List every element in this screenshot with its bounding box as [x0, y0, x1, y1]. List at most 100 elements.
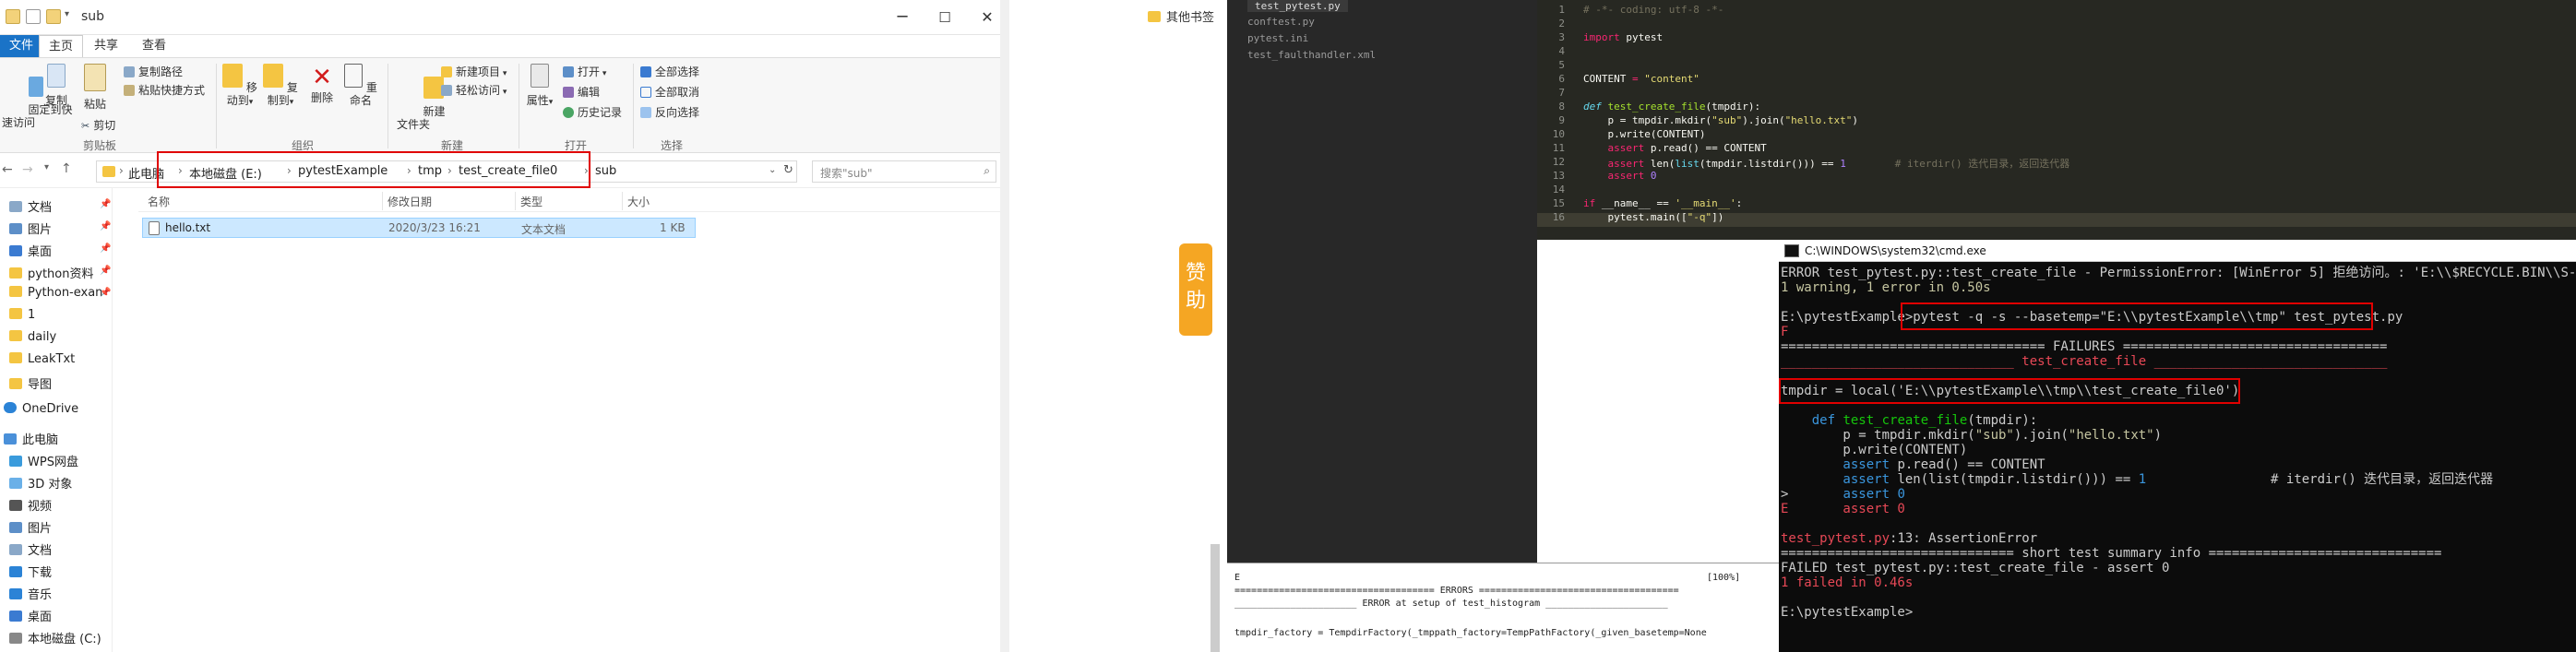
invert-selection-button[interactable]: 反向选择 [640, 106, 699, 119]
text-file-icon [149, 221, 160, 235]
edit-button[interactable]: 编辑 [563, 86, 600, 99]
tree-item-conftest[interactable]: conftest.py [1247, 16, 1315, 28]
nav-item-leaktxt[interactable]: LeakTxt [9, 352, 75, 366]
number: 0 [1644, 170, 1657, 182]
builtin: list [1675, 158, 1699, 170]
minimize-button[interactable]: ─ [884, 4, 921, 31]
nav-item-desktop-2[interactable]: 桌面 [9, 607, 52, 624]
pin-quick-access-button[interactable]: 固定到快 速访问 [0, 64, 73, 142]
open-button[interactable]: 打开 ▾ [563, 65, 606, 80]
edit-icon [563, 87, 574, 98]
rename-button[interactable]: 重命名 [341, 64, 380, 107]
nav-item-3d-objects[interactable]: 3D 对象 [9, 474, 72, 492]
nav-item-pictures[interactable]: 图片 [9, 219, 52, 237]
select-all-button[interactable]: 全部选择 [640, 65, 699, 78]
tree-item-test-pytest[interactable]: test_pytest.py [1247, 0, 1348, 12]
tab-home[interactable]: 主页 [39, 35, 84, 57]
bookmark-label: 其他书签 [1166, 11, 1215, 25]
cmd-window[interactable]: C:\WINDOWS\system32\cmd.exe ERROR test_p… [1779, 240, 2576, 652]
vertical-scrollbar[interactable] [1000, 0, 1009, 652]
nav-item-onedrive[interactable]: OneDrive [4, 402, 78, 416]
column-size[interactable]: 大小 [627, 194, 650, 209]
column-divider[interactable] [515, 192, 516, 210]
number: 0 [1890, 487, 1905, 502]
code-text: CONTENT [1583, 73, 1627, 85]
nav-item-this-pc[interactable]: 此电脑 [4, 430, 58, 447]
chevron-down-icon[interactable]: ⌄ [769, 165, 776, 175]
table-row[interactable]: hello.txt 2020/3/23 16:21 文本文档 1 KB [142, 218, 696, 238]
nav-item-documents-2[interactable]: 文档 [9, 540, 52, 558]
file-type: 文本文档 [521, 223, 566, 236]
desktop-icon [9, 611, 22, 622]
nav-label: 1 [28, 308, 36, 322]
tab-view[interactable]: 查看 [133, 35, 175, 57]
file-explorer-window: ▾ sub ─ ☐ ✕ 文件 主页 共享 查看 固定到快 速访问 复制 粘贴 复… [0, 0, 1009, 652]
history-button[interactable]: 历史记录 [563, 106, 622, 119]
code-line-15: if __name__ == '__main__': [1583, 197, 1742, 209]
tree-item-pytest-ini[interactable]: pytest.ini [1247, 32, 1308, 44]
bookmark-other[interactable]: 其他书签 [1148, 7, 1214, 25]
delete-button[interactable]: ✕ 删除 [308, 64, 336, 104]
search-input[interactable]: 搜索"sub" ⌕ [812, 160, 996, 183]
new-folder-icon[interactable] [46, 9, 61, 24]
recent-locations-icon[interactable]: ▾ [44, 162, 49, 172]
nav-label: WPS网盘 [28, 456, 78, 469]
chevron-down-icon[interactable]: ▾ [65, 9, 69, 19]
nav-item-python-materials[interactable]: python资料 [9, 264, 93, 281]
folder-icon [9, 267, 22, 279]
nav-item-mindmap[interactable]: 导图 [9, 374, 52, 392]
nav-item-pictures-2[interactable]: 图片 [9, 518, 52, 536]
nav-label: 下载 [28, 566, 53, 580]
back-arrow-icon[interactable]: ← [2, 162, 13, 177]
folder-icon [9, 378, 22, 389]
code-editor[interactable]: 1 2 3 4 5 6 7 8 9 10 11 12 13 14 15 16 #… [1537, 0, 2576, 240]
cube-icon [9, 478, 22, 489]
ribbon-divider [633, 64, 634, 148]
cmd-line: ================================== FAILU… [1781, 339, 2388, 354]
easy-access-button[interactable]: 轻松访问 ▾ [441, 84, 507, 99]
nav-item-documents[interactable]: 文档 [9, 197, 52, 215]
chevron-down-icon: ▾ [500, 88, 507, 97]
properties-button[interactable]: 属性▾ [524, 64, 555, 109]
forward-arrow-icon[interactable]: → [22, 162, 33, 177]
code-text: (tmpdir): [1967, 413, 2038, 428]
nav-item-daily[interactable]: daily [9, 330, 56, 344]
up-arrow-icon[interactable]: ↑ [61, 161, 72, 176]
cmd-line: ______________________________ test_crea… [1781, 354, 2388, 369]
copy-to-button[interactable]: 复制到▾ [262, 64, 299, 109]
nav-item-drive-c[interactable]: 本地磁盘 (C:) [9, 629, 101, 646]
nav-item-python-example[interactable]: Python-exan [9, 286, 102, 300]
paste-shortcut-button[interactable]: 粘贴快捷方式 [124, 84, 205, 97]
copy-button[interactable]: 复制 [41, 64, 72, 107]
refresh-icon[interactable]: ↻ [783, 163, 793, 177]
move-to-button[interactable]: 移动到▾ [221, 64, 258, 109]
select-none-button[interactable]: 全部取消 [640, 86, 699, 99]
column-modified[interactable]: 修改日期 [388, 194, 432, 209]
nav-item-videos[interactable]: 视频 [9, 496, 52, 514]
column-type[interactable]: 类型 [520, 194, 543, 209]
paste-button[interactable]: 粘贴 [79, 64, 111, 111]
new-folder-button[interactable]: 新建 文件夹 [395, 64, 446, 144]
pin-icon: 📌 [100, 199, 112, 209]
column-name[interactable]: 名称 [148, 194, 170, 209]
sponsor-tab[interactable]: 赞 助 [1179, 243, 1212, 336]
cut-button[interactable]: ✂ 剪切 [81, 119, 115, 133]
tab-file[interactable]: 文件 [0, 35, 43, 57]
breadcrumb-sub[interactable]: sub [595, 164, 616, 178]
editor-output-panel[interactable]: E [100%] ===============================… [1227, 563, 1781, 652]
nav-item-music[interactable]: 音乐 [9, 585, 52, 602]
nav-item-downloads[interactable]: 下载 [9, 563, 52, 580]
tab-share[interactable]: 共享 [85, 35, 127, 57]
nav-item-wps-cloud[interactable]: WPS网盘 [9, 452, 78, 469]
maximize-button[interactable]: ☐ [926, 4, 963, 31]
nav-item-desktop[interactable]: 桌面 [9, 242, 52, 259]
new-item-button[interactable]: 新建项目 ▾ [441, 65, 507, 80]
properties-icon[interactable] [26, 9, 41, 24]
nav-item-1[interactable]: 1 [9, 308, 35, 322]
column-divider[interactable] [382, 192, 383, 210]
tree-item-test-faulthandler[interactable]: test_faulthandler.xml [1247, 49, 1376, 61]
column-divider[interactable] [622, 192, 623, 210]
breadcrumb-separator-icon[interactable]: › [119, 164, 124, 177]
copy-path-button[interactable]: 复制路径 [124, 65, 183, 78]
vertical-scrollbar[interactable] [1210, 544, 1220, 652]
